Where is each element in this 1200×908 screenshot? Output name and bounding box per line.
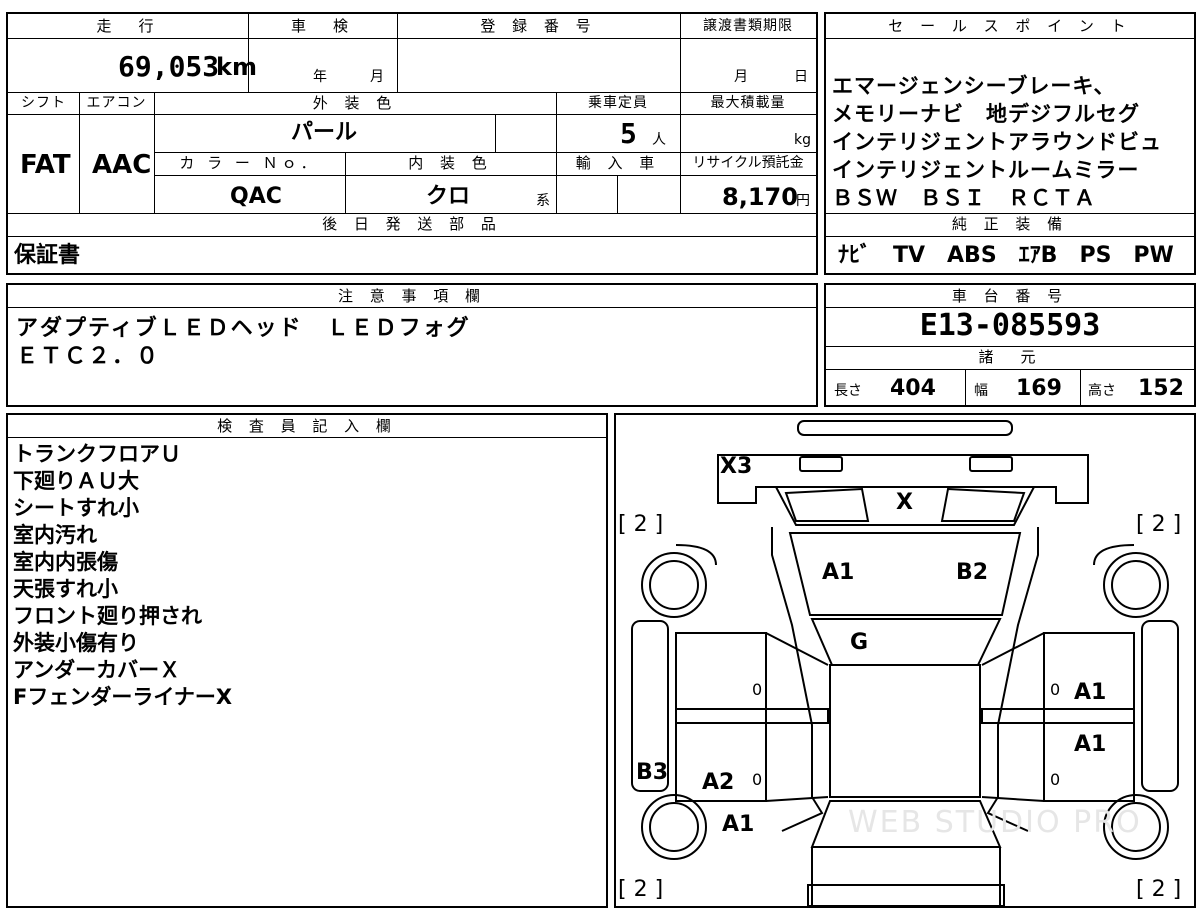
aircon-header: エアコン: [86, 95, 147, 111]
height-label: 高さ: [1088, 383, 1116, 399]
equipment-value: ﾅﾋﾞ TV ABS ｴｱB PS PW: [838, 243, 1174, 268]
inspection-month: 月: [370, 69, 384, 85]
text-line: FフェンダーライナーX: [13, 685, 233, 709]
color-no-header: カ ラ ー Ｎｏ．: [179, 154, 320, 172]
vehicle-info-table: 走 行 車 検 登 録 番 号 譲渡書類期限 69,053 km 年 月 月 日…: [6, 12, 818, 275]
width-value: 169: [1016, 376, 1062, 401]
right-rear-door-zero: 0: [1050, 770, 1061, 789]
width-label: 幅: [974, 383, 988, 399]
front-bumper-mark: X3: [720, 454, 753, 479]
text-line: 室内内張傷: [13, 550, 118, 574]
text-line: アダプティブＬＥＤヘッド ＬＥＤフォグ: [16, 316, 471, 341]
text-line: シートすれ小: [13, 496, 139, 520]
chassis-header: 車 台 番 号: [951, 287, 1069, 305]
windshield-left-mark: A1: [822, 560, 855, 585]
windshield-right-mark: B2: [956, 560, 989, 585]
watermark-text: WEB STUDIO PRO: [848, 805, 1142, 840]
tire-rear-left-label: [ 2 ]: [618, 877, 664, 902]
text-line: インテリジェントアラウンドビュ: [832, 130, 1162, 154]
right-front-door-mark: A1: [1074, 680, 1107, 705]
text-line: アンダーカバーＸ: [13, 658, 181, 682]
mileage-value: 69,053: [118, 50, 220, 83]
length-label: 長さ: [834, 383, 862, 399]
capacity-header: 乗車定員: [588, 95, 648, 111]
length-value: 404: [890, 376, 936, 401]
tire-front-left-label: [ 2 ]: [618, 512, 664, 537]
car-damage-diagram: WEB STUDIO PRO [ 2 ] [ 2 ] [ 2 ] [ 2 ] X…: [614, 413, 1196, 908]
later-parts-header: 後 日 発 送 部 品: [322, 215, 502, 233]
shift-value: FAT: [20, 150, 71, 180]
capacity-unit: 人: [652, 132, 666, 148]
color-no-value: QAC: [230, 184, 282, 209]
left-rear-door-zero: 0: [752, 770, 763, 789]
interior-value: クロ: [426, 184, 471, 209]
text-line: トランクフロアＵ: [13, 442, 181, 466]
right-rear-door-mark: A1: [1074, 732, 1107, 757]
later-parts-value: 保証書: [14, 243, 81, 268]
transfer-month: 月: [734, 69, 748, 85]
text-line: 下廻りＡＵ大: [13, 469, 139, 493]
text-line: メモリーナビ 地デジフルセグ: [832, 102, 1140, 126]
tire-rear-right-label: [ 2 ]: [1136, 877, 1182, 902]
notes-box: 注 意 事 項 欄 アダプティブＬＥＤヘッド ＬＥＤフォグ ＥＴＣ２．０: [6, 283, 818, 407]
left-rear-fender-mark: A1: [722, 812, 755, 837]
hood-mark: X: [896, 490, 913, 515]
inspector-box: 検 査 員 記 入 欄 トランクフロアＵ 下廻りＡＵ大 シートすれ小 室内汚れ室内内張…: [6, 413, 608, 908]
left-sill-mark: B3: [636, 760, 669, 785]
transfer-day: 日: [794, 69, 808, 85]
inspector-lines: トランクフロアＵ 下廻りＡＵ大 シートすれ小 室内汚れ室内内張傷天張すれ小フロント廻り…: [13, 441, 232, 711]
exterior-value: パール: [291, 120, 358, 145]
text-line: エマージェンシーブレーキ、: [832, 74, 1116, 98]
left-rear-door-mark: A2: [702, 770, 735, 795]
inspection-header: 車 検: [290, 17, 354, 35]
text-line: 天張すれ小: [13, 577, 118, 601]
inspector-header: 検 査 員 記 入 欄: [217, 417, 397, 435]
sales-point-header: セ ー ル ス ポ イ ン ト: [888, 17, 1132, 35]
right-front-door-zero: 0: [1050, 680, 1061, 699]
registration-header: 登 録 番 号: [480, 17, 597, 35]
height-value: 152: [1138, 376, 1184, 401]
chassis-box: 車 台 番 号 E13-085593 諸 元 長さ 404 幅 169 高さ 1…: [824, 283, 1196, 407]
import-header: 輸 入 車: [575, 154, 661, 172]
mileage-header: 走 行: [96, 17, 160, 35]
text-line: 室内汚れ: [13, 523, 97, 547]
aircon-value: AAC: [92, 150, 152, 180]
interior-suffix: 系: [536, 193, 550, 209]
equipment-header: 純 正 装 備: [951, 215, 1069, 233]
capacity-value: 5: [620, 117, 637, 150]
text-line: ＢＳＷ ＢＳＩ ＲＣＴＡ: [832, 186, 1096, 210]
chassis-number: E13-085593: [919, 308, 1101, 343]
text-line: 外装小傷有り: [13, 631, 139, 655]
roof-mark: G: [850, 630, 869, 655]
maxload-header: 最大積載量: [710, 95, 786, 111]
maxload-unit: kg: [794, 132, 811, 148]
inspection-year: 年: [313, 69, 327, 85]
text-line: フロント廻り押され: [13, 604, 202, 628]
recycle-value: 8,170: [722, 183, 798, 211]
notes-lines: アダプティブＬＥＤヘッド ＬＥＤフォグ ＥＴＣ２．０: [16, 315, 471, 371]
notes-header: 注 意 事 項 欄: [337, 287, 487, 305]
tire-front-right-label: [ 2 ]: [1136, 512, 1182, 537]
recycle-header: リサイクル預託金: [692, 155, 804, 171]
exterior-header: 外 装 色: [312, 94, 398, 112]
mileage-unit: km: [216, 53, 257, 81]
sales-point-box: セ ー ル ス ポ イ ン ト エマージェンシーブレーキ、 メモリーナビ 地デジフ…: [824, 12, 1196, 275]
interior-header: 内 装 色: [408, 154, 493, 172]
text-line: ＥＴＣ２．０: [16, 344, 161, 369]
sales-point-lines: エマージェンシーブレーキ、 メモリーナビ 地デジフルセグ インテリジェントアラウンド…: [832, 72, 1162, 212]
left-front-door-zero: 0: [752, 680, 763, 699]
recycle-unit: 円: [796, 193, 810, 209]
text-line: インテリジェントルームミラー: [832, 158, 1140, 182]
shift-header: シフト: [21, 95, 66, 111]
specs-header: 諸 元: [978, 348, 1042, 366]
transfer-header: 譲渡書類期限: [703, 18, 793, 34]
